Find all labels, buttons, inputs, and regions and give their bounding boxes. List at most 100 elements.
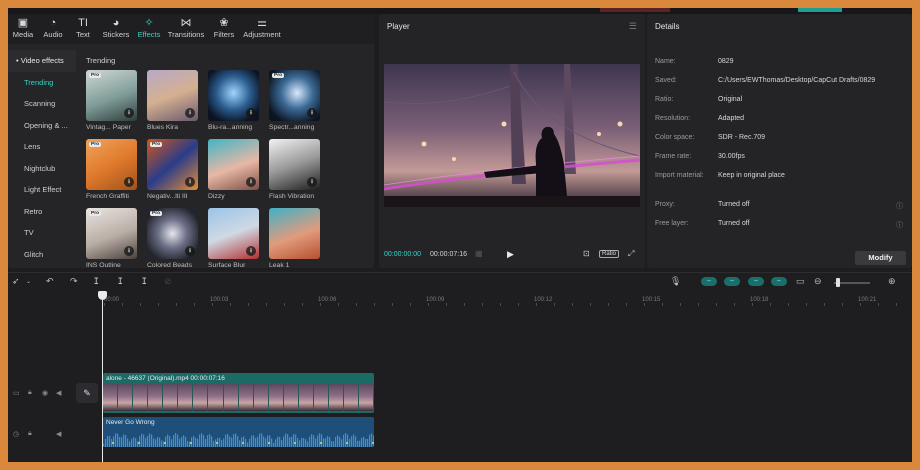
waveform-bar — [259, 433, 261, 447]
download-icon[interactable]: ⭳ — [185, 246, 195, 256]
transitions-icon: ⋈ — [180, 17, 192, 29]
tab-stickers[interactable]: ◕ Stickers — [98, 14, 134, 44]
select-cursor-icon[interactable]: ➶ — [12, 276, 20, 287]
effect-card[interactable]: ⭳ Surface Blur — [208, 208, 259, 274]
category-item[interactable]: Trending — [8, 72, 76, 94]
effect-card[interactable]: ⭳ Dizzy — [208, 139, 259, 205]
zoom-out-icon[interactable]: ⊖ — [814, 276, 822, 287]
effect-label: Spectr...anning — [269, 124, 315, 131]
tab-audio[interactable]: ◔ Audio — [38, 14, 68, 44]
main-track-magnet-icon[interactable]: ⇔ — [701, 277, 717, 286]
video-clip[interactable]: alone - 46637 (Original).mp4 00:00:07:16 — [103, 373, 374, 413]
category-item[interactable]: Light Effect — [8, 179, 76, 201]
video-track-audio-icon[interactable]: ◀ — [56, 389, 61, 397]
ruler-tick — [338, 303, 339, 306]
video-track-visibility-icon[interactable]: ◉ — [42, 389, 48, 397]
download-icon[interactable]: ⭳ — [246, 108, 256, 118]
download-icon[interactable]: ⭳ — [124, 246, 134, 256]
download-icon[interactable]: ⭳ — [307, 108, 317, 118]
effect-card[interactable]: Leak 1 — [269, 208, 320, 274]
waveform-bar — [355, 436, 357, 447]
chevron-down-icon[interactable]: ⌄ — [26, 278, 31, 285]
ruler-tick — [482, 303, 483, 306]
tab-transitions[interactable]: ⋈ Transitions — [164, 14, 208, 44]
audio-clip[interactable]: Never Go Wrong — [103, 417, 374, 447]
timeline-mode-icon[interactable]: ▦ — [475, 249, 483, 258]
waveform-bar — [211, 436, 213, 447]
split-icon[interactable]: ⵊ — [94, 276, 99, 287]
waveform-bar — [157, 436, 159, 447]
download-icon[interactable]: ⭳ — [185, 177, 195, 187]
fit-timeline-icon[interactable]: ▭ — [796, 276, 805, 287]
effect-card[interactable]: Pro ⭳ Vintag... Paper — [86, 70, 137, 136]
category-item[interactable]: Retro — [8, 201, 76, 223]
player-menu-icon[interactable]: ☰ — [629, 21, 637, 32]
category-item[interactable]: TV — [8, 222, 76, 244]
undo-icon[interactable]: ↶ — [46, 276, 54, 287]
split-right-icon[interactable]: ⵊ — [142, 276, 147, 287]
waveform-bar — [351, 436, 353, 447]
tab-text[interactable]: TI Text — [68, 14, 98, 44]
category-item[interactable]: Glitch — [8, 244, 76, 266]
effect-card[interactable]: Pro ⭳ Colored Beads — [147, 208, 198, 274]
audio-track-mute-icon[interactable]: ◀ — [56, 430, 61, 438]
linkage-icon[interactable]: ⇔ — [748, 277, 764, 286]
info-icon[interactable]: ⓘ — [896, 201, 903, 211]
ratio-button[interactable]: Ratio — [599, 250, 620, 258]
tab-adjustment[interactable]: ⚌ Adjustment — [240, 14, 284, 44]
effect-card[interactable]: ⭳ Flash Vibration — [269, 139, 320, 205]
waveform-bar — [283, 436, 285, 447]
time-ruler[interactable]: 00:00 100:03 100:06 100:09 100:12 100:15 100:1… — [8, 293, 912, 307]
effect-card[interactable]: Pro ⭳ INS Outline — [86, 208, 137, 274]
details-key: Ratio: — [655, 96, 674, 103]
download-icon[interactable]: ⭳ — [246, 246, 256, 256]
category-item[interactable]: Scanning — [8, 93, 76, 115]
snapshot-icon[interactable]: ⊡ — [583, 249, 590, 258]
video-effects-header[interactable]: • Video effects — [8, 50, 76, 72]
total-time: 00:00:07:16 — [430, 251, 467, 258]
fullscreen-icon[interactable]: ⤢ — [628, 249, 634, 259]
download-icon[interactable]: ⭳ — [124, 177, 134, 187]
audio-track-icon[interactable]: ◷ — [13, 430, 19, 438]
details-value: Turned off — [718, 201, 750, 208]
download-icon[interactable]: ⭳ — [185, 108, 195, 118]
playhead-handle[interactable] — [98, 291, 107, 300]
effect-thumbnail — [269, 208, 320, 259]
zoom-in-icon[interactable]: ⊕ — [888, 276, 896, 287]
tab-media[interactable]: ▣ Media — [8, 14, 38, 44]
download-icon[interactable]: ⭳ — [307, 177, 317, 187]
tab-effects[interactable]: ✧ Effects — [134, 14, 164, 44]
modify-button[interactable]: Modify — [855, 251, 906, 265]
play-button[interactable]: ▶ — [507, 249, 514, 260]
effect-card[interactable]: ⭳ Blues Kira — [147, 70, 198, 136]
player-panel: Player ☰ 00:00:00:00 00:00:07:16 ▦ ▶ ⊡ R… — [379, 14, 645, 268]
waveform-bar — [295, 434, 297, 447]
info-icon[interactable]: ⓘ — [896, 220, 903, 230]
audio-track-lock-icon[interactable]: 🔒︎ — [28, 430, 32, 438]
download-icon[interactable]: ⭳ — [246, 177, 256, 187]
category-item[interactable]: Lens — [8, 136, 76, 158]
redo-icon[interactable]: ↷ — [70, 276, 78, 287]
tab-filters[interactable]: ❀ Filters — [208, 14, 240, 44]
ruler-tick — [608, 303, 609, 306]
effect-card[interactable]: ⭳ Blu-ra...anning — [208, 70, 259, 136]
ruler-tick — [302, 303, 303, 306]
delete-icon[interactable]: ⊘ — [164, 276, 172, 287]
stickers-icon: ◕ — [112, 17, 120, 29]
category-item[interactable]: Nightclub — [8, 158, 76, 180]
effect-card[interactable]: Pro ⭳ French Graffiti — [86, 139, 137, 205]
video-track-lock-icon[interactable]: 🔒︎ — [28, 389, 32, 397]
preview-axis-icon[interactable]: ⇔ — [771, 277, 787, 286]
effect-card[interactable]: Pro ⭳ Spectr...anning — [269, 70, 320, 136]
download-icon[interactable]: ⭳ — [124, 108, 134, 118]
zoom-slider-handle[interactable] — [836, 278, 840, 287]
auto-snapping-icon[interactable]: ⇔ — [724, 277, 740, 286]
category-item[interactable]: Opening & ... — [8, 115, 76, 137]
waveform-bar — [213, 440, 215, 447]
effect-card[interactable]: Pro ⭳ Negativ...lti III — [147, 139, 198, 205]
ruler-tick — [626, 303, 627, 306]
video-track-cover-icon[interactable]: ▭ — [13, 389, 20, 397]
edit-cover-button[interactable]: ✎ — [76, 383, 98, 403]
microphone-icon[interactable]: 🎙 — [670, 276, 681, 287]
split-left-icon[interactable]: ⵊ — [118, 276, 123, 287]
